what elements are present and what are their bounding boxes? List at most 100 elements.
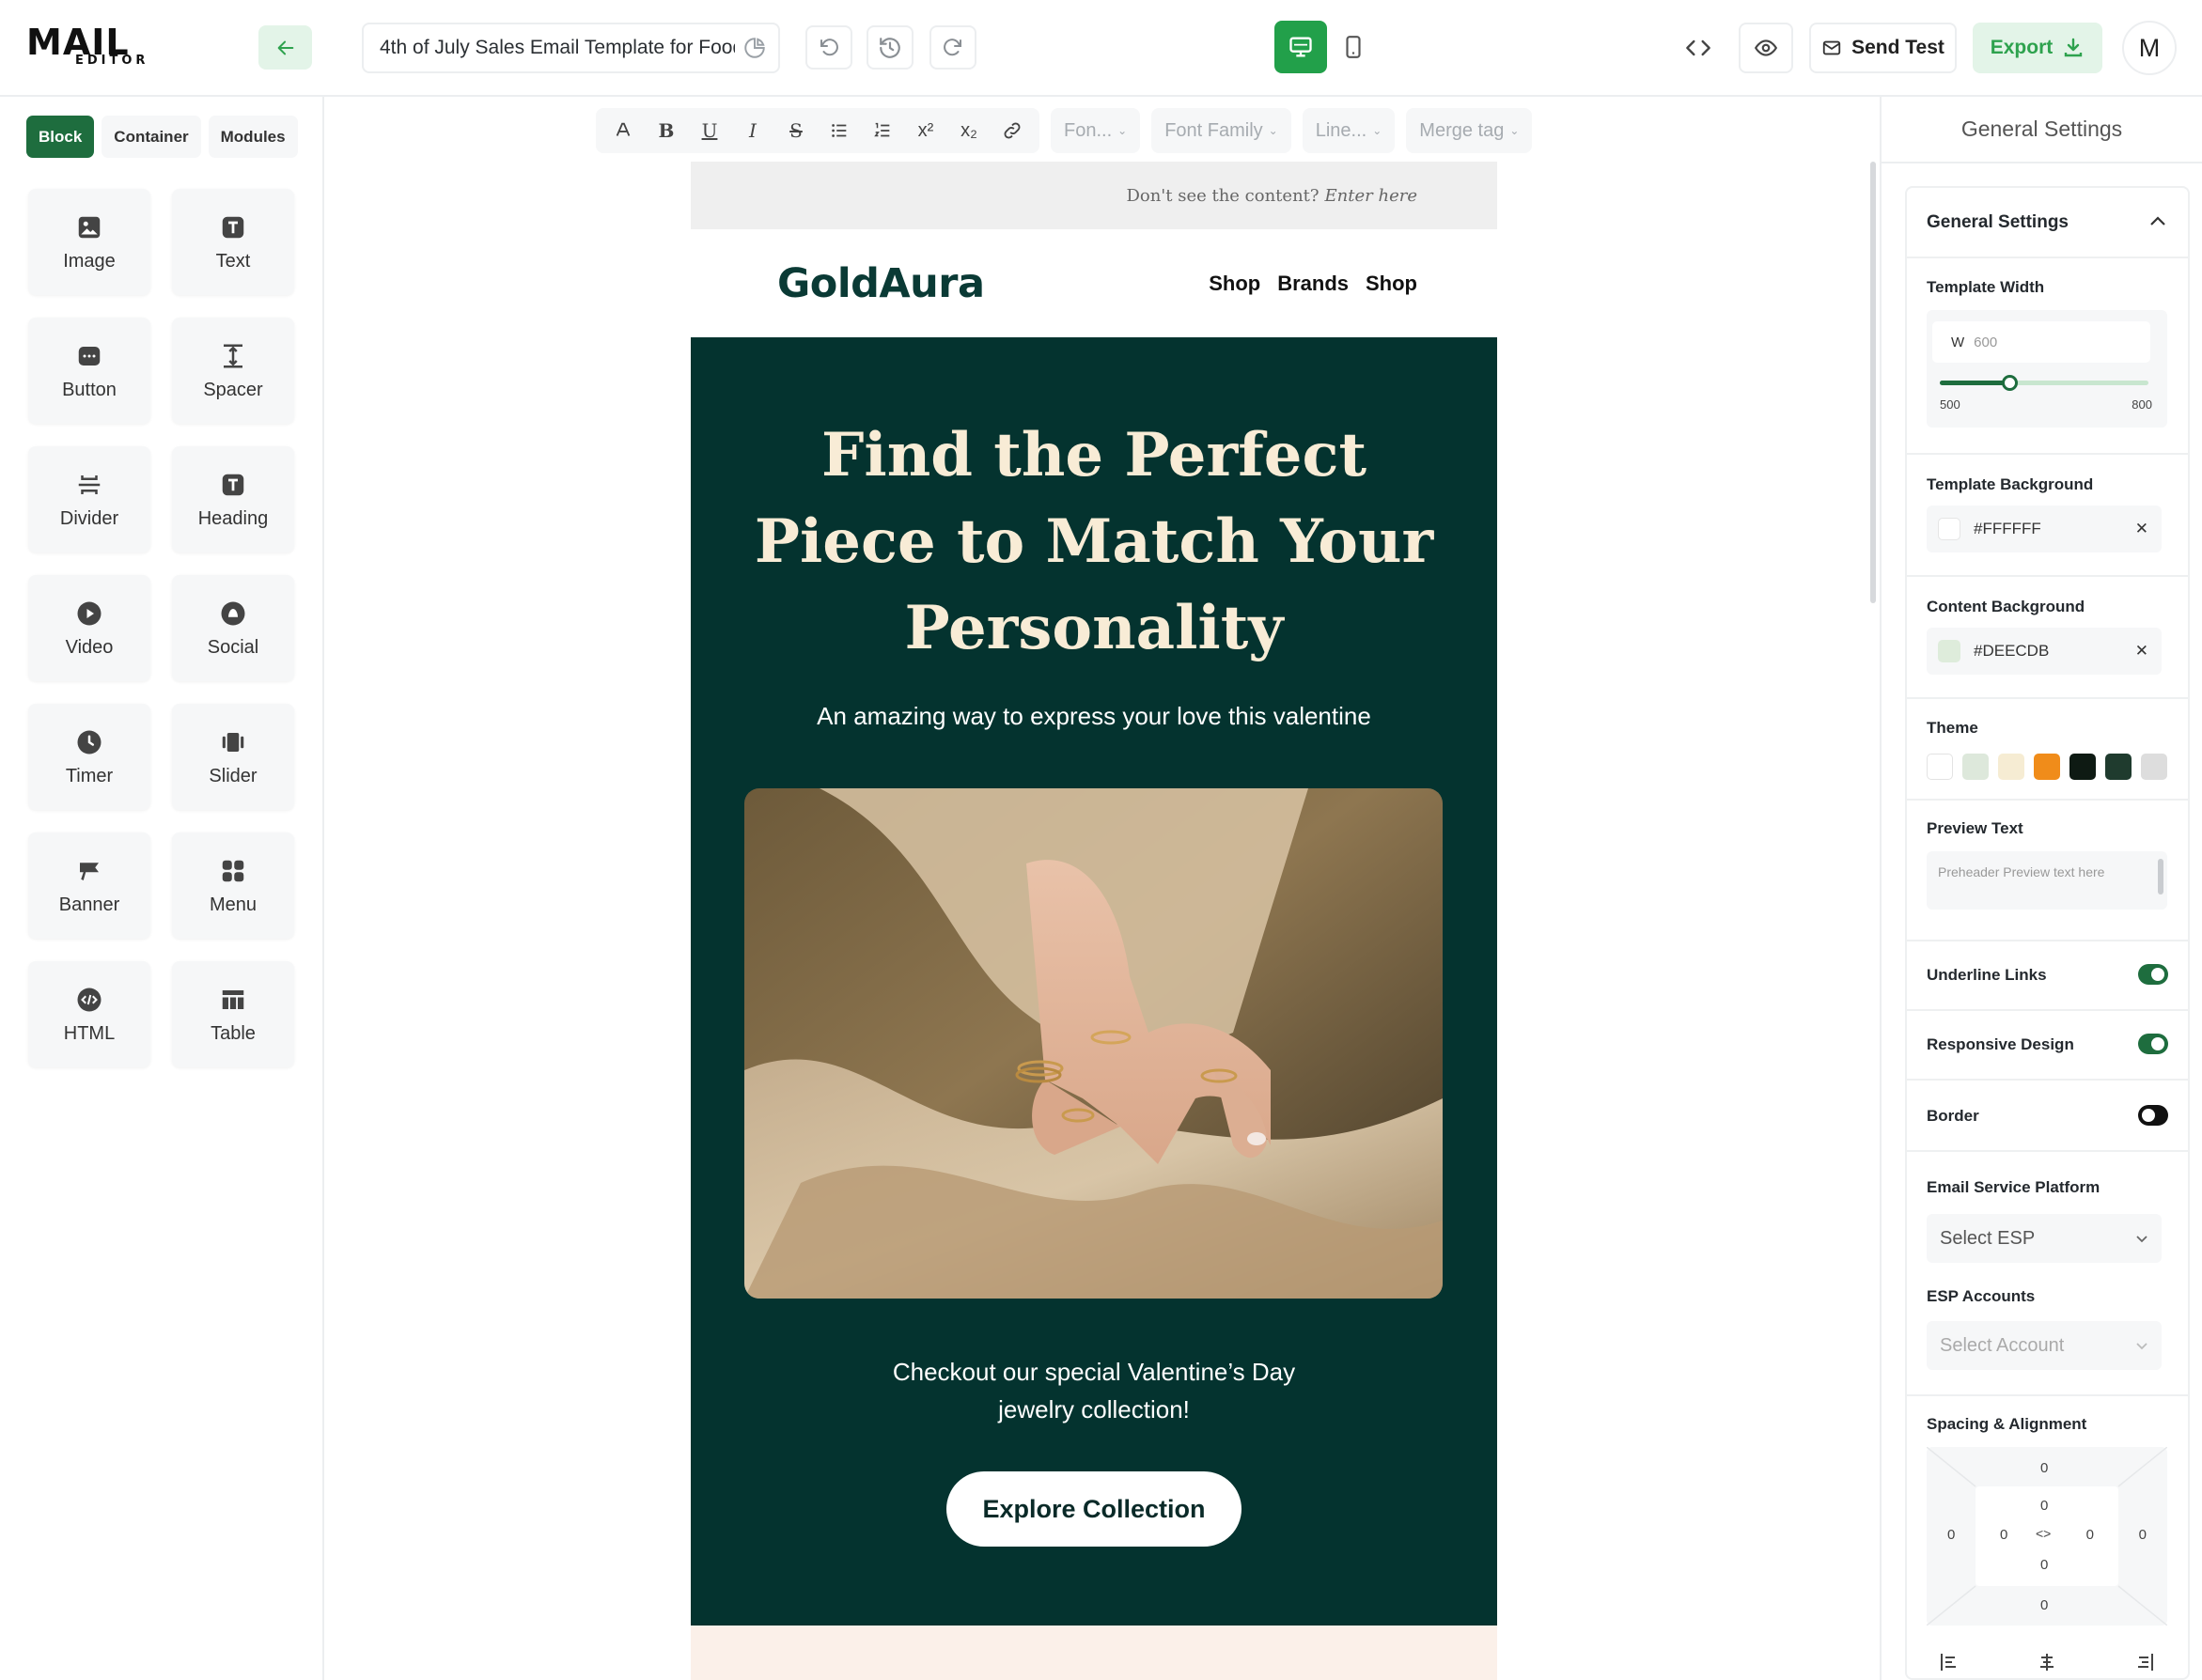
email-nav: Shop Brands Shop	[1209, 272, 1417, 296]
explore-collection-button[interactable]: Explore Collection	[946, 1471, 1242, 1547]
responsive-design-toggle[interactable]	[2138, 1034, 2168, 1054]
canvas-scrollbar[interactable]	[1870, 162, 1876, 603]
block-timer[interactable]: Timer	[28, 704, 150, 810]
brand-logo[interactable]: GoldAura	[777, 260, 985, 307]
theme-swatch[interactable]	[2141, 754, 2167, 780]
email-preheader[interactable]: Don't see the content? Enter here	[691, 162, 1497, 229]
template-width-input[interactable]: W 600	[1932, 321, 2150, 363]
padding-top-value[interactable]: 0	[2040, 1498, 2048, 1514]
strikethrough-button[interactable]: S	[776, 112, 816, 149]
theme-swatch[interactable]	[1998, 754, 2024, 780]
tab-block[interactable]: Block	[26, 116, 95, 158]
user-avatar[interactable]: M	[2122, 21, 2177, 75]
link-button[interactable]	[992, 112, 1032, 149]
block-menu[interactable]: Menu	[172, 832, 294, 939]
block-spacer[interactable]: Spacer	[172, 318, 294, 424]
padding-bottom-value[interactable]: 0	[2040, 1557, 2048, 1573]
underline-button[interactable]: U	[690, 112, 729, 149]
block-social[interactable]: Social	[172, 575, 294, 681]
chevron-up-icon[interactable]	[2148, 214, 2167, 227]
theme-swatch[interactable]	[1962, 754, 1989, 780]
bullet-list-button[interactable]	[820, 112, 859, 149]
border-toggle[interactable]	[2138, 1105, 2168, 1126]
textarea-resize-handle[interactable]	[2158, 859, 2163, 894]
code-view-button[interactable]	[1671, 23, 1726, 73]
block-table[interactable]: Table	[172, 961, 294, 1067]
link-spacing-icon[interactable]: <>	[2036, 1526, 2051, 1541]
hero-title[interactable]: Find the Perfect Piece to Match Your Per…	[691, 412, 1497, 672]
esp-account-select[interactable]: Select Account	[1927, 1321, 2162, 1370]
block-slider[interactable]: Slider	[172, 704, 294, 810]
email-header[interactable]: GoldAura Shop Brands Shop	[691, 229, 1497, 337]
preview-button[interactable]	[1739, 23, 1793, 73]
export-button[interactable]: Export	[1973, 23, 2102, 73]
send-test-button[interactable]: Send Test	[1809, 23, 1957, 73]
theme-swatch[interactable]	[2069, 754, 2096, 780]
nav-link-brands[interactable]: Brands	[1277, 272, 1349, 296]
block-video[interactable]: Video	[28, 575, 150, 681]
nav-link-shop[interactable]: Shop	[1209, 272, 1260, 296]
bold-button[interactable]: B	[647, 112, 686, 149]
general-settings-heading[interactable]: General Settings	[1927, 212, 2069, 233]
width-slider-track[interactable]	[1940, 375, 2148, 391]
margin-top-value[interactable]: 0	[2040, 1460, 2048, 1476]
text-color-button[interactable]	[603, 112, 643, 149]
block-image[interactable]: Image	[28, 189, 150, 295]
hero-subtitle[interactable]: An amazing way to express your love this…	[691, 702, 1497, 731]
desktop-view-button[interactable]	[1274, 21, 1327, 73]
theme-swatch[interactable]	[1927, 754, 1953, 780]
italic-button[interactable]: I	[733, 112, 773, 149]
width-slider-handle[interactable]	[2001, 375, 2018, 391]
margin-right-value[interactable]: 0	[2139, 1527, 2147, 1543]
theme-swatch[interactable]	[2105, 754, 2132, 780]
preheader-link[interactable]: Enter here	[1325, 186, 1417, 206]
line-height-dropdown[interactable]: Line... ⌄	[1302, 108, 1396, 153]
redo-button[interactable]	[929, 25, 976, 70]
undo-button[interactable]	[805, 25, 852, 70]
block-divider[interactable]: Divider	[28, 446, 150, 552]
margin-left-value[interactable]: 0	[1947, 1527, 1955, 1543]
block-heading[interactable]: Heading	[172, 446, 294, 552]
back-button[interactable]	[258, 25, 312, 70]
hero-section[interactable]: Find the Perfect Piece to Match Your Per…	[691, 337, 1497, 1626]
underline-links-toggle[interactable]	[2138, 964, 2168, 985]
theme-swatch[interactable]	[2034, 754, 2060, 780]
padding-box: 0 0 0 0 <>	[1976, 1486, 2118, 1586]
close-icon[interactable]: ✕	[2135, 520, 2148, 538]
preview-text-input[interactable]: Preheader Preview text here	[1927, 851, 2167, 910]
block-banner[interactable]: Banner	[28, 832, 150, 939]
padding-right-value[interactable]: 0	[2086, 1527, 2094, 1543]
superscript-button[interactable]: x²	[906, 112, 945, 149]
subscript-button[interactable]: x₂	[949, 112, 989, 149]
font-size-dropdown[interactable]: Fon... ⌄	[1051, 108, 1141, 153]
content-background-swatch[interactable]	[1938, 640, 1960, 662]
nav-link-shop-2[interactable]: Shop	[1366, 272, 1417, 296]
hero-image[interactable]	[744, 788, 1443, 1299]
tab-modules[interactable]: Modules	[208, 116, 298, 158]
align-left-icon[interactable]	[1938, 1651, 1960, 1673]
numbered-list-button[interactable]	[863, 112, 902, 149]
template-background-swatch[interactable]	[1938, 518, 1960, 540]
template-title-field[interactable]: 4th of July Sales Email Template for Foo…	[362, 23, 780, 73]
font-family-dropdown[interactable]: Font Family ⌄	[1151, 108, 1291, 153]
merge-tag-dropdown[interactable]: Merge tag ⌄	[1406, 108, 1533, 153]
tab-container[interactable]: Container	[102, 116, 201, 158]
margin-bottom-value[interactable]: 0	[2040, 1597, 2048, 1613]
content-background-field[interactable]: #DEECDB ✕	[1927, 628, 2162, 675]
align-right-icon[interactable]	[2133, 1651, 2156, 1673]
close-icon[interactable]: ✕	[2135, 642, 2148, 661]
history-button[interactable]	[867, 25, 914, 70]
app-logo[interactable]: MAIL EDITOR	[26, 24, 147, 70]
block-button[interactable]: Button	[28, 318, 150, 424]
mobile-view-button[interactable]	[1327, 21, 1380, 73]
next-section-preview[interactable]	[691, 1626, 1497, 1680]
align-center-icon[interactable]	[2036, 1651, 2058, 1673]
hero-body-text[interactable]: Checkout our special Valentine’s Day jew…	[691, 1353, 1497, 1428]
esp-select[interactable]: Select ESP	[1927, 1214, 2162, 1263]
block-text[interactable]: Text	[172, 189, 294, 295]
template-background-field[interactable]: #FFFFFF ✕	[1927, 506, 2162, 552]
template-title[interactable]: 4th of July Sales Email Template for Foo…	[380, 37, 735, 59]
email-preview[interactable]: Don't see the content? Enter here GoldAu…	[691, 162, 1497, 1680]
block-html[interactable]: HTML	[28, 961, 150, 1067]
padding-left-value[interactable]: 0	[2000, 1527, 2007, 1543]
